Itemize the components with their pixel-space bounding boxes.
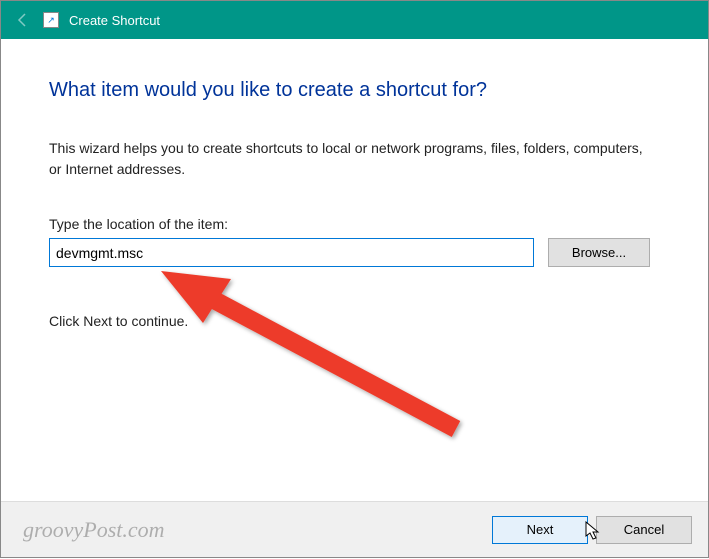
wizard-heading: What item would you like to create a sho… xyxy=(49,79,650,102)
location-input-row: Browse... xyxy=(49,238,650,267)
wizard-content: What item would you like to create a sho… xyxy=(1,39,708,349)
cancel-button[interactable]: Cancel xyxy=(596,516,692,544)
watermark-text: groovyPost.com xyxy=(23,517,492,543)
location-input[interactable] xyxy=(49,238,534,267)
wizard-description: This wizard helps you to create shortcut… xyxy=(49,138,650,180)
window-title: Create Shortcut xyxy=(69,13,160,28)
back-arrow-icon xyxy=(14,11,32,29)
continue-hint: Click Next to continue. xyxy=(49,313,650,329)
browse-button[interactable]: Browse... xyxy=(548,238,650,267)
footer-buttons: Next Cancel xyxy=(492,516,692,544)
shortcut-app-icon: ↗ xyxy=(43,12,59,28)
titlebar: ↗ Create Shortcut xyxy=(1,1,708,39)
back-button xyxy=(9,6,37,34)
wizard-footer: groovyPost.com Next Cancel xyxy=(1,501,708,557)
location-label: Type the location of the item: xyxy=(49,216,650,232)
next-button[interactable]: Next xyxy=(492,516,588,544)
